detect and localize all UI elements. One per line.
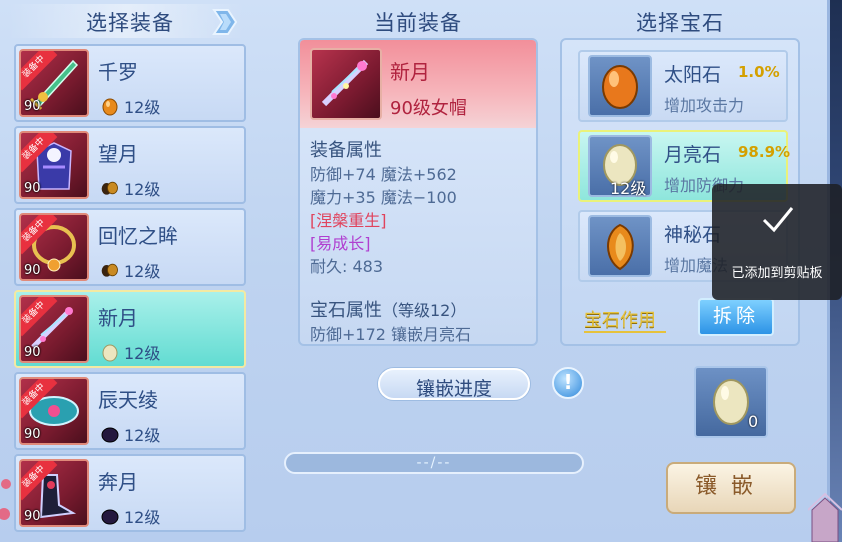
select-equipment-title: 选择装备 — [86, 11, 174, 35]
gem-icon — [588, 55, 652, 117]
flower-decoration — [0, 479, 11, 520]
progress-text: --/-- — [416, 455, 452, 471]
hat-icon — [321, 59, 369, 107]
equipment-icon: 装备中 90 — [19, 131, 89, 199]
equipment-icon: 装备中 90 — [19, 459, 89, 527]
gem-attr-title: 宝石属性（等级12） — [310, 296, 466, 322]
gem-name: 太阳石 — [664, 64, 722, 86]
special-attr-1: [涅槃重生] — [310, 211, 387, 230]
inlay-progress-label: 镶嵌进度 — [415, 378, 492, 400]
unmount-button[interactable]: 拆除 — [698, 298, 774, 336]
equipment-level: 90 — [24, 345, 41, 360]
gem-cluster-icon — [101, 263, 118, 277]
equipment-item-benyue[interactable]: 装备中 90 奔月 12级 — [14, 454, 246, 532]
equipment-item-huiyi[interactable]: 装备中 90 回忆之眸 12级 — [14, 208, 246, 286]
info-button[interactable]: ! — [552, 367, 584, 399]
gem-desc: 增加攻击力 — [664, 96, 745, 115]
equipment-name: 新月 — [98, 306, 138, 330]
equipment-name: 奔月 — [98, 470, 138, 494]
current-equipment-icon — [310, 48, 382, 120]
gem-count: 0 — [748, 412, 759, 431]
current-equipment-name: 新月 — [390, 60, 430, 84]
equipment-item-qianluo[interactable]: 装备中 90 千罗 12级 — [14, 44, 246, 122]
equipment-icon: 装备中 90 — [19, 295, 89, 363]
gem-level: 12级 — [124, 180, 161, 199]
attr-line-1: 防御+74 魔法+562 — [310, 165, 457, 184]
attr-line-2: 魔力+35 魔法−100 — [310, 188, 457, 207]
gem-row-sun-stone[interactable]: 太阳石 1.0% 增加攻击力 — [578, 50, 788, 122]
equipment-icon: 装备中 90 — [19, 49, 89, 117]
gem-cluster-icon — [101, 181, 118, 195]
equipment-item-chentianling[interactable]: 装备中 90 辰天绫 12级 — [14, 372, 246, 450]
checkmark-icon — [762, 207, 794, 233]
equipment-level: 90 — [24, 263, 41, 278]
inlay-progress-label-box: 镶嵌进度 — [378, 368, 530, 400]
gem-attr-line: 防御+172 镶嵌月亮石 — [310, 325, 472, 344]
selected-gem-slot[interactable]: 0 — [694, 366, 768, 438]
gem-icon — [588, 215, 652, 277]
current-equipment-title: 当前装备 — [374, 11, 462, 35]
diamond-arrow-icon[interactable] — [210, 6, 240, 38]
moon-stone-icon — [102, 344, 118, 362]
equipment-item-xinyue[interactable]: 装备中 90 新月 12级 — [14, 290, 246, 368]
inlay-progress-bar: --/-- — [284, 452, 584, 474]
special-attr-2: [易成长] — [310, 234, 371, 253]
toast-message: 已添加到剪贴板 — [731, 266, 823, 281]
equipment-level: 90 — [24, 99, 41, 114]
equipment-item-wangyue[interactable]: 装备中 90 望月 12级 — [14, 126, 246, 204]
equipment-name: 辰天绫 — [98, 388, 158, 412]
equipment-attr-title: 装备属性 — [310, 140, 382, 161]
dark-stone-icon — [101, 427, 119, 443]
sun-stone-icon — [602, 65, 638, 109]
equipment-name: 回忆之眸 — [98, 224, 178, 248]
gem-name: 月亮石 — [664, 144, 722, 166]
sun-stone-icon — [102, 98, 118, 116]
equipment-name: 千罗 — [98, 60, 138, 84]
dark-stone-icon — [101, 509, 119, 525]
equipment-icon: 装备中 90 — [19, 213, 89, 281]
equipment-list-panel: 选择装备 装备中 90 千罗 12级 装备中 90 望月 12级 装备中 90 … — [0, 0, 254, 542]
gem-level: 12级 — [124, 426, 161, 445]
gem-attr-level: （等级12） — [382, 301, 467, 320]
gem-rate: 98.9% — [738, 143, 791, 161]
equipment-level: 90 — [24, 427, 41, 442]
equipment-level: 90 — [24, 181, 41, 196]
gem-level: 12级 — [124, 98, 161, 117]
inlay-button[interactable]: 镶嵌 — [666, 462, 796, 514]
equipment-gem-window: 选择装备 装备中 90 千罗 12级 装备中 90 望月 12级 装备中 90 … — [0, 0, 830, 542]
gem-attr-label: 宝石属性 — [310, 300, 382, 321]
mystic-stone-icon — [607, 223, 634, 271]
equipment-icon: 装备中 90 — [19, 377, 89, 445]
equipment-name: 望月 — [98, 142, 138, 166]
gem-rate: 1.0% — [738, 63, 780, 81]
gem-level: 12级 — [124, 344, 161, 363]
current-equipment-type: 90级女帽 — [390, 98, 467, 119]
gem-icon: 12级 — [588, 135, 652, 198]
gem-level: 12级 — [124, 262, 161, 281]
gem-level: 12级 — [124, 508, 161, 527]
select-gem-title: 选择宝石 — [636, 11, 724, 35]
current-equipment-panel: 新月 90级女帽 装备属性 防御+74 魔法+562 魔力+35 魔法−100 … — [298, 38, 538, 346]
pagoda-decoration — [808, 492, 842, 542]
clipboard-toast: 已添加到剪贴板 — [712, 184, 842, 300]
gem-effect-underline — [584, 331, 666, 333]
gem-effect-link[interactable]: 宝石作用 — [584, 306, 656, 332]
equipment-level: 90 — [24, 509, 41, 524]
gem-level: 12级 — [610, 179, 647, 198]
durability: 耐久: 483 — [310, 257, 384, 276]
